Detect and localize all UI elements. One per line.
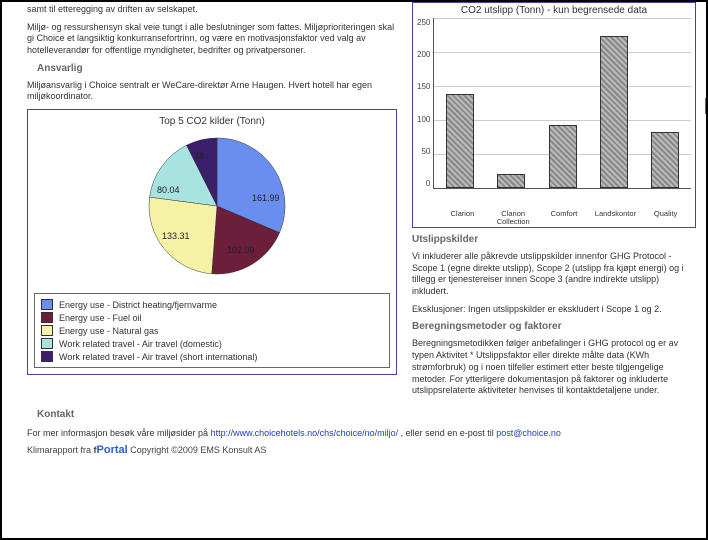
x-tick: Quality (646, 210, 686, 227)
footer-text-mid: , eller send en e-post til (401, 428, 497, 438)
bar-landskontor (600, 36, 628, 188)
pie-chart-title: Top 5 CO2 kilder (Tonn) (34, 116, 390, 127)
beregning-p1: Beregningsmetodikken følger anbefalinger… (412, 338, 696, 396)
heading-utslippskilder: Utslippskilder (412, 234, 696, 245)
pie-legend: Energy use - District heating/fjernvarme… (34, 293, 390, 368)
x-axis: Clarion Clarion Collection Comfort Lands… (437, 210, 691, 227)
legend-row: Work related travel - Air travel (domest… (41, 337, 383, 350)
swatch-icon (41, 299, 53, 310)
bar-chart-panel: CO2 utslipp (Tonn) - kun begrensede data… (412, 2, 696, 228)
swatch-icon (41, 338, 53, 349)
utslipp-p2: Eksklusjoner: Ingen utslippskilder er ek… (412, 304, 696, 316)
legend-row: Energy use - Natural gas (41, 324, 383, 337)
page-frame: samt til etteregging av driften av selsk… (0, 0, 708, 540)
x-tick: Landskontor (595, 210, 635, 227)
legend-label: Work related travel - Air travel (domest… (59, 339, 222, 349)
footer-text-before: For mer informasjon besøk våre miljøside… (27, 428, 211, 438)
legend-label: Energy use - Natural gas (59, 326, 159, 336)
pie-label-3: 133.31 (162, 231, 190, 241)
copyright-line: Klimarapport fra fPortal Copyright ©2009… (27, 444, 696, 456)
swatch-icon (41, 325, 53, 336)
pie-chart-panel: Top 5 CO2 kilder (Tonn) (27, 109, 397, 375)
utslipp-p1: Vi inkluderer alle påkrevde utslippskild… (412, 251, 696, 298)
pie-label-1: 161.99 (252, 193, 280, 203)
footer: For mer informasjon besøk våre miljøside… (27, 428, 696, 438)
pie-chart: 161.99 102.09 133.31 80.04 38 (34, 131, 390, 283)
swatch-icon (41, 351, 53, 362)
copyright-prefix: Klimarapport fra (27, 445, 94, 455)
legend-row: Energy use - Fuel oil (41, 311, 383, 324)
bar-comfort (549, 125, 577, 188)
intro-fragment: samt til etteregging av driften av selsk… (27, 4, 397, 16)
heading-ansvarlig: Ansvarlig (37, 63, 397, 74)
bar-chart-title: CO2 utslipp (Tonn) - kun begrensede data (417, 5, 691, 16)
heading-beregning: Beregningsmetoder og faktorer (412, 321, 696, 332)
y-tick: 50 (421, 147, 430, 156)
swatch-icon (41, 312, 53, 323)
y-tick: 0 (426, 179, 430, 188)
left-column: samt til etteregging av driften av selsk… (27, 2, 397, 403)
pie-label-2: 102.09 (227, 245, 255, 255)
legend-row: Energy use - District heating/fjernvarme (41, 298, 383, 311)
pie-label-4: 80.04 (157, 185, 180, 195)
legend-label: Energy use - Fuel oil (59, 313, 142, 323)
y-tick: 150 (417, 82, 430, 91)
bar-clarion-collection (497, 174, 525, 188)
heading-kontakt: Kontakt (37, 409, 696, 420)
bar-clarion (446, 94, 474, 188)
intro-paragraph: Miljø- og ressurshensyn skal veie tungt … (27, 22, 397, 57)
bar-quality (651, 132, 679, 188)
right-column: CO2 utslipp (Tonn) - kun begrensede data… (412, 2, 696, 403)
y-tick: 250 (417, 18, 430, 27)
two-column-layout: samt til etteregging av driften av selsk… (27, 2, 696, 403)
y-tick: 100 (417, 115, 430, 124)
legend-label: Energy use - District heating/fjernvarme (59, 300, 217, 310)
y-tick: 200 (417, 50, 430, 59)
pie-label-5: 38 (194, 151, 204, 161)
pie-svg: 161.99 102.09 133.31 80.04 38 (102, 131, 322, 281)
copyright-suffix: Copyright ©2009 EMS Konsult AS (130, 445, 266, 455)
plot-area (433, 18, 691, 189)
ansvarlig-text: Miljøansvarlig i Choice sentralt er WeCa… (27, 80, 397, 103)
x-tick: Clarion (442, 210, 482, 227)
x-tick: Comfort (544, 210, 584, 227)
bars (434, 18, 691, 188)
legend-label: Work related travel - Air travel (short … (59, 352, 257, 362)
brand-name: Portal (97, 444, 128, 456)
legend-row: Work related travel - Air travel (short … (41, 350, 383, 363)
y-axis: 250 200 150 100 50 0 (417, 18, 433, 188)
footer-link-email[interactable]: post@choice.no (496, 428, 561, 438)
footer-link-miljo[interactable]: http://www.choicehotels.no/chs/choice/no… (211, 428, 399, 438)
x-tick: Clarion Collection (493, 210, 533, 227)
bar-plot: 250 200 150 100 50 0 (417, 18, 691, 208)
